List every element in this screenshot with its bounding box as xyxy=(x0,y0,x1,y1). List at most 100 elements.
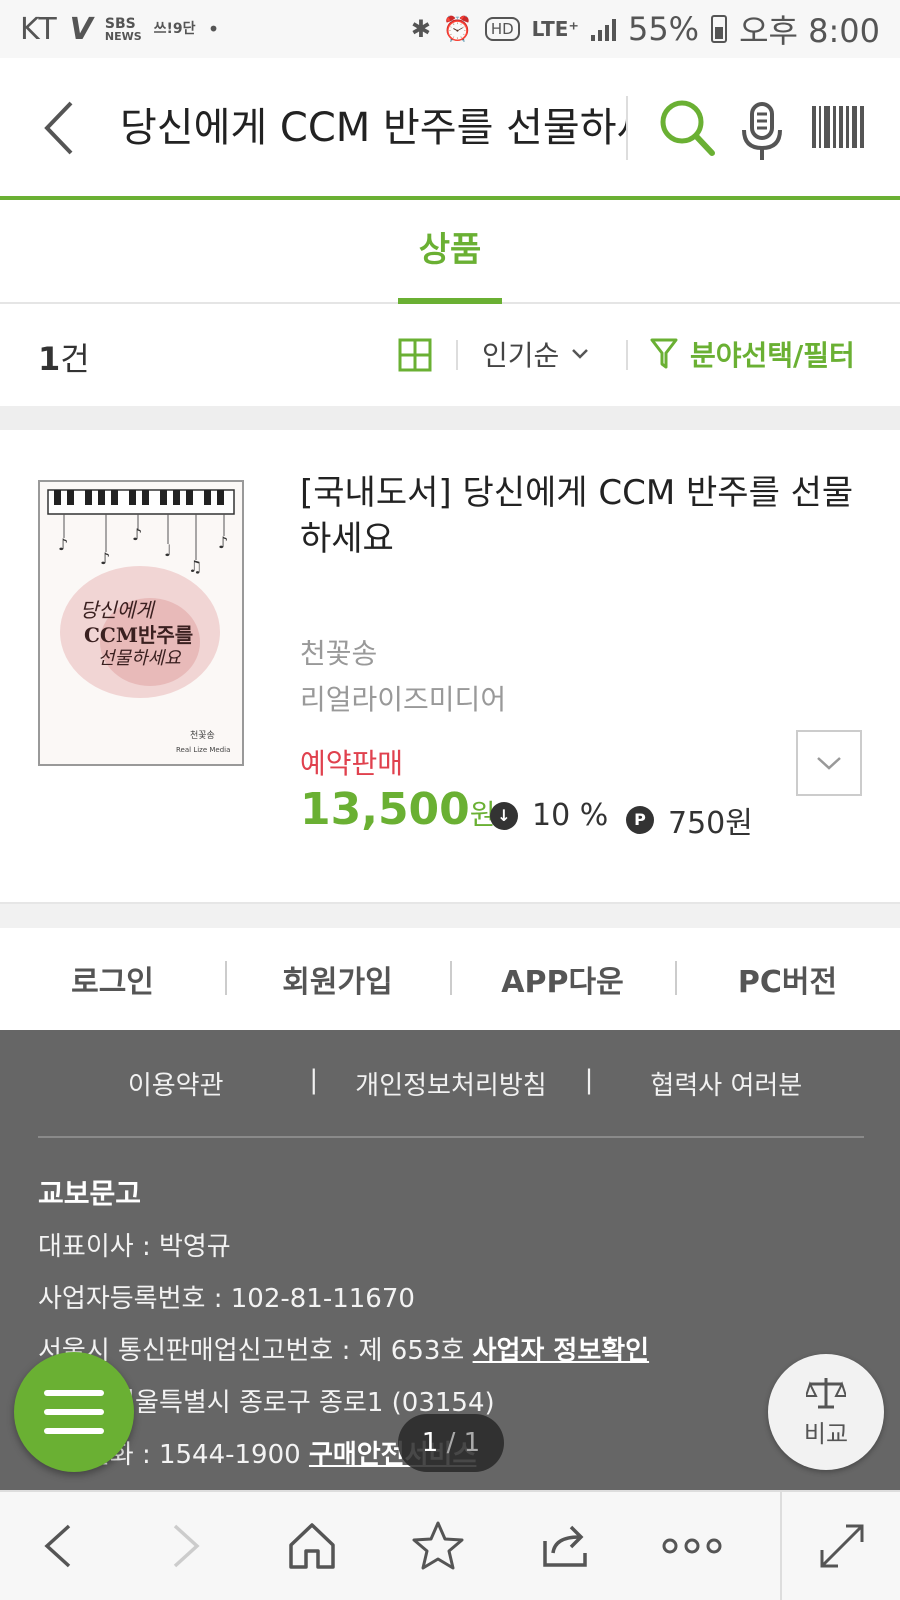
sort-dropdown[interactable]: 인기순 xyxy=(482,332,589,376)
pc-version-link[interactable]: PC버전 xyxy=(675,957,900,1001)
discount-rate: ↓ 10 % xyxy=(490,798,608,833)
chevron-left-icon xyxy=(44,101,73,155)
compare-button[interactable]: 비교 xyxy=(768,1354,884,1470)
app-download-link[interactable]: APP다운 xyxy=(450,957,675,1001)
v-app-icon: V xyxy=(69,11,93,47)
search-icon xyxy=(660,100,715,156)
piano-keys-illustration: ♪ ♪ ♪ ♩ ♫ ♪ 당신에게 CCM반주를 선물하세요 천꽃송 Real Lize M… xyxy=(40,482,242,764)
partners-link[interactable]: 협력사 여러분 xyxy=(585,1065,864,1102)
carrier-label: KT xyxy=(20,11,58,47)
fullscreen-button[interactable] xyxy=(810,1514,874,1578)
divider xyxy=(780,1492,782,1600)
filter-icon xyxy=(650,338,678,369)
back-button[interactable] xyxy=(28,96,88,160)
share-button[interactable] xyxy=(534,1514,598,1578)
signal-icon xyxy=(590,17,616,41)
result-toolbar: 1건 인기순 분야선택/필터 xyxy=(0,304,900,406)
discount-arrow-icon: ↓ xyxy=(490,801,518,830)
app-notification-icon: 쓰!9단 xyxy=(153,21,196,37)
search-header xyxy=(0,58,900,200)
barcode-icon xyxy=(812,106,816,148)
bookmark-button[interactable] xyxy=(406,1514,470,1578)
divider xyxy=(626,340,628,370)
browser-home-button[interactable] xyxy=(280,1514,344,1578)
mail-order-number: 서울시 통신판매업신고번호 : 제 653호 사업자 정보확인 xyxy=(38,1336,650,1366)
login-link[interactable]: 로그인 xyxy=(0,957,225,1001)
svg-text:♪: ♪ xyxy=(132,525,142,544)
svg-text:♪: ♪ xyxy=(218,533,228,552)
business-number: 사업자등록번호 : 102-81-11670 xyxy=(38,1284,415,1314)
cover-publisher: Real Lize Media xyxy=(176,746,230,754)
search-button[interactable] xyxy=(658,98,716,158)
star-icon xyxy=(412,1521,464,1570)
result-count: 1건 xyxy=(38,340,90,378)
product-price: 13,500 원 xyxy=(300,784,496,835)
divider xyxy=(456,340,458,370)
chevron-down-icon xyxy=(572,349,589,359)
sort-label: 인기순 xyxy=(482,339,560,372)
business-info-link[interactable]: 사업자 정보확인 xyxy=(473,1336,650,1366)
clock: 오후 8:00 xyxy=(739,12,880,50)
filter-button[interactable]: 분야선택/필터 xyxy=(650,332,855,376)
arrow-right-icon xyxy=(173,1524,200,1568)
view-toggle-button[interactable] xyxy=(398,338,432,372)
book-cover-image[interactable]: ♪ ♪ ♪ ♩ ♫ ♪ 당신에게 CCM반주를 선물하세요 천꽃송 Real Lize M… xyxy=(38,480,244,766)
barcode-scan-button[interactable] xyxy=(812,106,864,148)
more-options-button[interactable] xyxy=(660,1514,724,1578)
cover-title-line1: 당신에게 xyxy=(80,598,156,622)
company-name: 교보문고 xyxy=(38,1177,142,1210)
sbs-news-icon: SBS NEWS xyxy=(104,15,142,43)
terms-link[interactable]: 이용약관 xyxy=(38,1065,313,1102)
cover-author: 천꽃송 xyxy=(190,730,215,741)
cover-title-line3: 선물하세요 xyxy=(98,648,182,669)
browser-forward-button[interactable] xyxy=(154,1514,218,1578)
battery-icon xyxy=(711,15,728,43)
scale-icon xyxy=(806,1377,846,1408)
product-publisher[interactable]: 리얼라이즈미디어 xyxy=(300,678,506,718)
reward-points: P 750원 xyxy=(626,798,753,842)
expand-options-button[interactable] xyxy=(796,730,862,796)
lte-icon: LTE⁺ xyxy=(531,17,579,41)
share-icon xyxy=(543,1525,587,1567)
tab-bar: 상품 xyxy=(0,200,900,304)
expand-icon xyxy=(820,1524,864,1568)
battery-percent: 55% xyxy=(627,10,700,48)
svg-text:♫: ♫ xyxy=(188,557,202,576)
filter-label: 분야선택/필터 xyxy=(690,339,855,372)
browser-toolbar xyxy=(0,1490,900,1600)
privacy-policy-link[interactable]: 개인정보처리방침 xyxy=(309,1065,588,1102)
svg-text:♪: ♪ xyxy=(100,549,110,568)
status-bar: KT V SBS NEWS 쓰!9단 • ✱ ⏰ HD LTE⁺ 55% 오후 … xyxy=(0,0,900,58)
svg-text:♪: ♪ xyxy=(58,535,68,554)
cover-title-line2: CCM반주를 xyxy=(84,623,193,647)
footer-links: 로그인 회원가입 APP다운 PC버전 xyxy=(0,928,900,1030)
section-divider xyxy=(0,406,900,430)
grid-view-icon xyxy=(398,338,432,372)
page-indicator: 1 / 1 xyxy=(398,1414,504,1472)
policy-links: 이용약관 개인정보처리방침 협력사 여러분 xyxy=(38,1030,864,1138)
arrow-left-icon xyxy=(44,1524,71,1568)
product-author[interactable]: 천꽃송 xyxy=(300,632,377,672)
sale-status-badge: 예약판매 xyxy=(300,747,404,780)
product-item[interactable]: ♪ ♪ ♪ ♩ ♫ ♪ 당신에게 CCM반주를 선물하세요 천꽃송 Real Lize M… xyxy=(0,430,900,902)
alarm-icon: ⏰ xyxy=(442,15,473,43)
chevron-down-icon xyxy=(817,757,841,770)
home-icon xyxy=(289,1523,335,1569)
microphone-icon xyxy=(742,102,782,160)
more-dots-icon xyxy=(662,1538,722,1554)
points-icon: P xyxy=(626,806,654,834)
search-input[interactable] xyxy=(120,96,628,160)
ceo-info: 대표이사 : 박영규 xyxy=(38,1232,231,1262)
hamburger-icon xyxy=(44,1390,104,1396)
product-title[interactable]: [국내도서] 당신에게 CCM 반주를 선물하세요 xyxy=(300,470,870,562)
compare-label: 비교 xyxy=(803,1419,849,1448)
menu-button[interactable] xyxy=(14,1352,134,1472)
tab-products[interactable]: 상품 xyxy=(398,200,502,304)
browser-back-button[interactable] xyxy=(26,1514,90,1578)
more-notifications-dot: • xyxy=(207,17,220,41)
section-divider xyxy=(0,902,900,928)
hd-voice-icon: HD xyxy=(484,17,520,41)
svg-text:♩: ♩ xyxy=(164,541,172,560)
signup-link[interactable]: 회원가입 xyxy=(225,957,450,1001)
voice-search-button[interactable] xyxy=(740,102,784,162)
